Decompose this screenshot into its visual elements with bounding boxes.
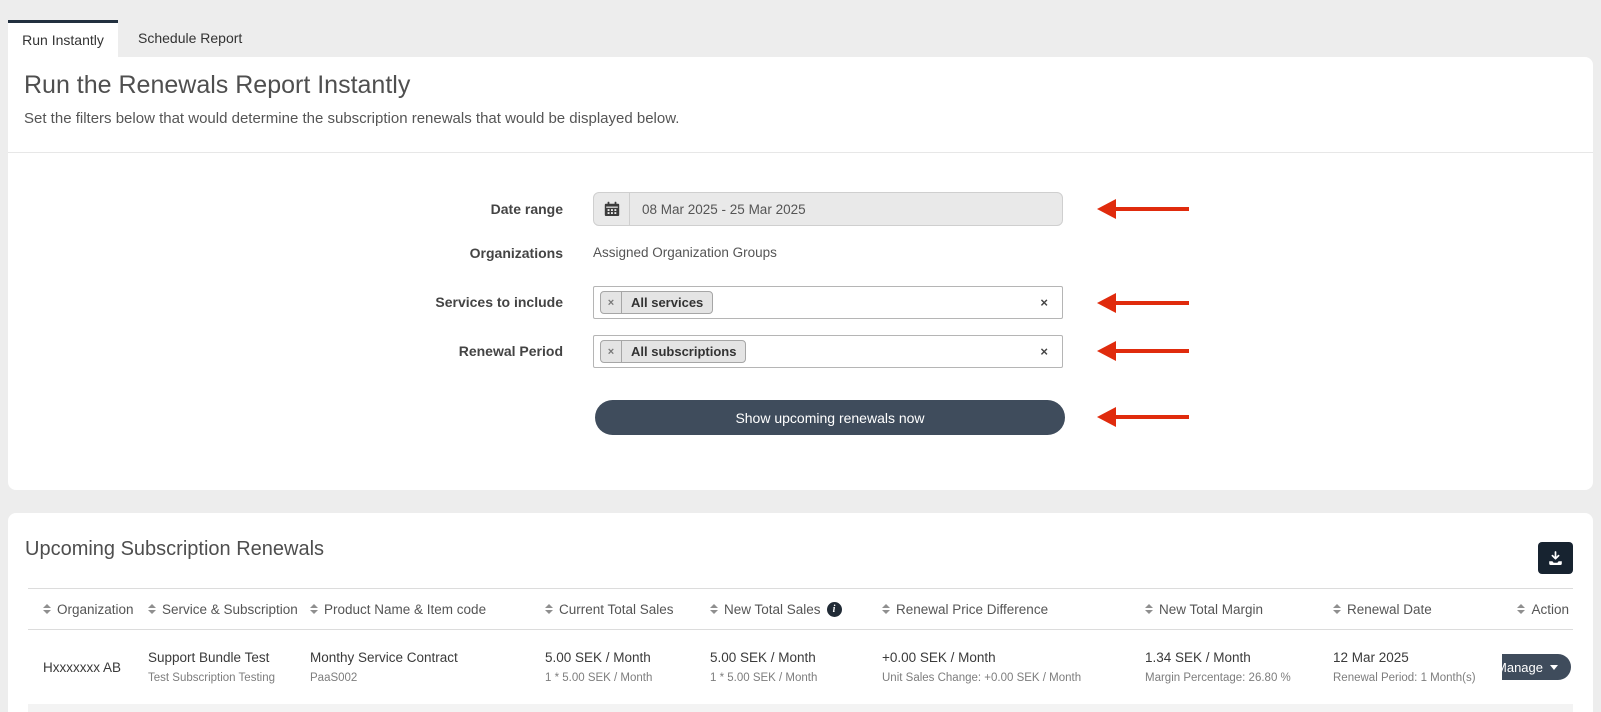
col-header-current-total-sales[interactable]: Current Total Sales <box>530 589 695 629</box>
col-header-label: Action <box>1531 602 1569 617</box>
sort-icon <box>310 604 318 614</box>
sort-icon <box>43 604 51 614</box>
caret-down-icon <box>1550 665 1558 670</box>
col-header-new-total-margin[interactable]: New Total Margin <box>1130 589 1318 629</box>
tag-label: All subscriptions <box>622 341 745 362</box>
table-header-row: Organization Service & Subscription Prod… <box>28 588 1573 630</box>
col-header-label: Renewal Price Difference <box>896 602 1048 617</box>
col-header-new-total-sales[interactable]: New Total Sales i <box>695 589 867 629</box>
col-header-renewal-date[interactable]: Renewal Date <box>1318 589 1502 629</box>
renewal-period-input[interactable]: × All subscriptions × <box>593 335 1063 368</box>
download-icon <box>1547 550 1564 567</box>
sort-icon <box>710 604 718 614</box>
col-header-label: New Total Margin <box>1159 602 1263 617</box>
sort-icon <box>882 604 890 614</box>
sort-icon <box>1145 604 1153 614</box>
renewals-title: Upcoming Subscription Renewals <box>25 538 324 561</box>
col-header-label: Current Total Sales <box>559 602 674 617</box>
col-header-label: Product Name & Item code <box>324 602 486 617</box>
show-upcoming-renewals-button[interactable]: Show upcoming renewals now <box>595 400 1065 435</box>
page-subtitle: Set the filters below that would determi… <box>24 110 679 127</box>
cell-action: Manage <box>1502 630 1573 704</box>
col-header-service-subscription[interactable]: Service & Subscription <box>133 589 295 629</box>
sort-icon <box>148 604 156 614</box>
cell-renewal-price-difference: +0.00 SEK / Month Unit Sales Change: +0.… <box>867 630 1130 704</box>
tag-label: All services <box>622 292 712 313</box>
cell-service-subscription: Support Bundle Test Test Subscription Te… <box>133 630 295 704</box>
col-header-label: New Total Sales <box>724 602 821 617</box>
renewal-clear-icon[interactable]: × <box>1040 336 1048 367</box>
download-button[interactable] <box>1538 542 1573 574</box>
calendar-icon <box>594 193 630 225</box>
tag-remove-icon[interactable]: × <box>601 292 622 313</box>
organizations-label: Organizations <box>313 239 563 267</box>
annotation-arrow-submit <box>1097 407 1189 427</box>
cell-current-total-sales: 5.00 SEK / Month 1 * 5.00 SEK / Month <box>530 630 695 704</box>
services-clear-icon[interactable]: × <box>1040 287 1048 318</box>
date-range-input[interactable]: 08 Mar 2025 - 25 Mar 2025 <box>593 192 1063 226</box>
page-title: Run the Renewals Report Instantly <box>24 71 410 100</box>
col-header-label: Service & Subscription <box>162 602 298 617</box>
renewals-table: Organization Service & Subscription Prod… <box>28 588 1573 712</box>
renewal-period-label: Renewal Period <box>313 335 563 368</box>
annotation-arrow-date-range <box>1097 199 1189 219</box>
tab-run-instantly[interactable]: Run Instantly <box>8 20 118 57</box>
manage-button-label: Manage <box>1502 660 1543 675</box>
renewal-selected-tag: × All subscriptions <box>600 340 746 363</box>
section-divider <box>8 152 1593 153</box>
upcoming-renewals-panel: Upcoming Subscription Renewals Organizat… <box>8 513 1593 712</box>
tab-schedule-report[interactable]: Schedule Report <box>118 20 262 57</box>
col-header-renewal-price-difference[interactable]: Renewal Price Difference <box>867 589 1130 629</box>
col-header-organization[interactable]: Organization <box>28 589 133 629</box>
date-range-value: 08 Mar 2025 - 25 Mar 2025 <box>630 193 806 225</box>
run-report-panel: Run the Renewals Report Instantly Set th… <box>8 57 1593 490</box>
next-row-strip <box>28 704 1573 712</box>
col-header-label: Organization <box>57 602 134 617</box>
sort-icon <box>545 604 553 614</box>
col-header-action[interactable]: Action <box>1502 589 1573 629</box>
services-to-include-label: Services to include <box>313 286 563 319</box>
col-header-label: Renewal Date <box>1347 602 1432 617</box>
sort-icon <box>1333 604 1341 614</box>
col-header-product-name[interactable]: Product Name & Item code <box>295 589 530 629</box>
annotation-arrow-services <box>1097 293 1189 313</box>
tag-remove-icon[interactable]: × <box>601 341 622 362</box>
table-row: Hxxxxxxx AB Support Bundle Test Test Sub… <box>28 630 1573 704</box>
info-icon[interactable]: i <box>827 602 842 617</box>
cell-new-total-sales: 5.00 SEK / Month 1 * 5.00 SEK / Month <box>695 630 867 704</box>
annotation-arrow-renewal-period <box>1097 341 1189 361</box>
cell-new-total-margin: 1.34 SEK / Month Margin Percentage: 26.8… <box>1130 630 1318 704</box>
services-to-include-input[interactable]: × All services × <box>593 286 1063 319</box>
cell-organization: Hxxxxxxx AB <box>28 630 133 704</box>
manage-button[interactable]: Manage <box>1502 654 1571 680</box>
services-selected-tag: × All services <box>600 291 713 314</box>
organizations-value: Assigned Organization Groups <box>593 239 1063 267</box>
sort-icon <box>1517 604 1525 614</box>
date-range-label: Date range <box>313 192 563 226</box>
cell-renewal-date: 12 Mar 2025 Renewal Period: 1 Month(s) <box>1318 630 1502 704</box>
cell-product-name: Monthy Service Contract PaaS002 <box>295 630 530 704</box>
